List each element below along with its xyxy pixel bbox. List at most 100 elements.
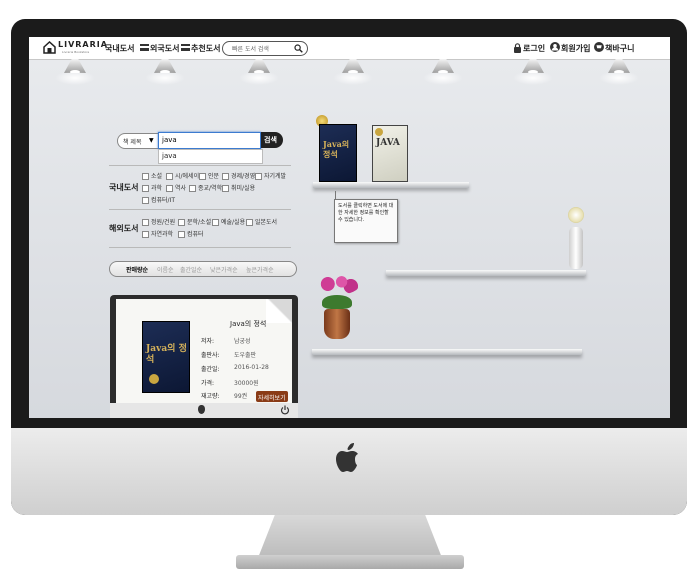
orchid-flowers — [314, 273, 360, 295]
detail-button[interactable]: 자세히보기 — [256, 391, 288, 402]
vase — [569, 227, 583, 269]
search-field-select-value: 책 제목 — [123, 139, 142, 146]
nav-recommended-books[interactable]: 추천도서 — [191, 43, 220, 54]
book-cover[interactable]: Java의 정석 — [142, 321, 190, 393]
monitor-frame: LIVRARIA Livraria Bookstore 국내도서 외국도서 추천… — [0, 0, 700, 575]
search-icon[interactable] — [294, 44, 303, 53]
shelf — [313, 182, 469, 188]
category-checkbox[interactable]: 경제/경영 — [222, 171, 255, 180]
signup-link[interactable]: 회원가입 — [561, 43, 590, 54]
category-checkbox[interactable]: 시/에세이 — [166, 171, 199, 180]
sort-by-low-price[interactable]: 낮은가격순 — [210, 265, 238, 274]
detail-button-label: 자세히보기 — [258, 395, 286, 402]
lamp-glow — [513, 71, 553, 85]
divider — [109, 247, 291, 248]
logo-subtext: Livraria Bookstore — [62, 50, 90, 54]
sort-by-name[interactable]: 이름순 — [157, 265, 174, 274]
lamp-glow — [333, 71, 373, 85]
quick-search-placeholder: 빠른 도서 검색 — [232, 46, 269, 53]
shelf-book-java-title: Java의 정석 — [323, 139, 350, 159]
category-checkbox[interactable]: 컴퓨터/IT — [142, 195, 175, 204]
menu-icon[interactable] — [181, 44, 190, 51]
category-checkbox[interactable]: 자기계발 — [255, 171, 286, 180]
lamp-glow — [239, 71, 279, 85]
house-logo-icon — [43, 41, 56, 54]
top-navbar: LIVRARIA Livraria Bookstore 국내도서 외국도서 추천… — [29, 37, 670, 60]
cart-icon — [594, 42, 604, 52]
book-card: Java의 정석 Java의 정석 저자: 남궁성 출판사: 도우출판 출간일:… — [110, 295, 298, 418]
apple-logo-icon — [336, 443, 358, 472]
tooltip-note: 도서를 클릭하면 도서에 대한 자세한 정보를 확인할 수 있습니다. — [334, 199, 398, 243]
shelf-book-java[interactable]: Java의 정석 — [319, 124, 357, 182]
orchid-plant — [314, 273, 360, 349]
stock-value: 99권 — [234, 393, 248, 400]
publisher-value: 도우출판 — [234, 352, 257, 359]
sort-by-sales[interactable]: 판매량순 — [126, 265, 148, 274]
category-checkbox[interactable]: 일본도서 — [246, 217, 277, 226]
divider — [109, 209, 291, 210]
dropdown-arrow-icon: ▼ — [149, 137, 154, 144]
apple-logo-icon — [198, 405, 205, 414]
search-input-value: java — [162, 136, 177, 144]
publisher-label: 출판사: — [201, 352, 220, 359]
category-checkbox[interactable]: 종교/역학 — [189, 183, 222, 192]
lock-icon — [514, 43, 521, 53]
card-chin — [110, 403, 298, 418]
shelf-book-java2[interactable]: JAVA — [372, 125, 408, 182]
tooltip-pointer — [335, 191, 336, 199]
foreign-books-label: 해외도서 — [109, 224, 139, 233]
monitor-stand-base — [236, 555, 464, 569]
menu-icon[interactable] — [140, 44, 149, 51]
date-label: 출간일: — [201, 366, 220, 373]
book-title: Java의 정석 — [230, 320, 267, 328]
login-link[interactable]: 로그인 — [523, 43, 545, 54]
author-value: 남궁성 — [234, 338, 251, 345]
sort-by-date[interactable]: 출간일순 — [180, 265, 202, 274]
lamp-glow — [423, 71, 463, 85]
orchid-leaves — [322, 295, 352, 309]
category-checkbox[interactable]: 인문 — [199, 171, 219, 180]
date-value: 2016-01-28 — [234, 364, 269, 371]
category-checkbox[interactable]: 취미/실용 — [222, 183, 255, 192]
logo[interactable]: LIVRARIA Livraria Bookstore — [43, 40, 109, 56]
monitor-chin — [11, 428, 687, 515]
lamp-glow — [145, 71, 185, 85]
category-checkbox[interactable]: 자연과학 — [142, 229, 173, 238]
lamp-glow — [55, 71, 95, 85]
category-checkbox[interactable]: 예술/실용 — [212, 217, 245, 226]
cart-link[interactable]: 책바구니 — [605, 43, 634, 54]
category-checkbox[interactable]: 과학 — [142, 183, 162, 192]
flower — [568, 207, 584, 223]
nav-foreign-books[interactable]: 외국도서 — [150, 43, 179, 54]
lamp-glow — [599, 71, 639, 85]
book-badge — [375, 128, 383, 136]
shelf — [312, 349, 582, 355]
quick-search-input[interactable]: 빠른 도서 검색 — [222, 41, 308, 56]
search-input[interactable]: java — [158, 132, 261, 149]
category-checkbox[interactable]: 소설 — [142, 171, 162, 180]
author-label: 저자: — [201, 338, 215, 345]
price-value: 30000원 — [234, 380, 259, 387]
search-button[interactable]: 검색 — [261, 132, 283, 148]
page-curl — [266, 299, 292, 323]
autocomplete-item[interactable]: java — [162, 152, 177, 160]
book-cover-badge — [149, 374, 159, 384]
power-icon[interactable] — [280, 405, 290, 415]
category-checkbox[interactable]: 컴퓨터 — [178, 229, 204, 238]
sort-by-high-price[interactable]: 높은가격순 — [246, 265, 274, 274]
search-field-select[interactable]: 책 제목 ▼ — [117, 133, 159, 149]
logo-text: LIVRARIA — [58, 40, 108, 49]
category-checkbox[interactable]: 정원/건원 — [142, 217, 175, 226]
screen: LIVRARIA Livraria Bookstore 국내도서 외국도서 추천… — [29, 37, 670, 418]
stock-label: 재고량: — [201, 393, 220, 400]
price-label: 가격: — [201, 380, 215, 387]
autocomplete-dropdown: java — [158, 149, 263, 164]
divider — [109, 165, 291, 166]
shelf — [386, 270, 586, 276]
search-button-label: 검색 — [264, 136, 277, 144]
category-checkbox[interactable]: 문학/소설 — [178, 217, 211, 226]
white-vase-flowers — [562, 207, 590, 271]
shelf-book-java2-title: JAVA — [376, 138, 400, 148]
nav-domestic-books[interactable]: 국내도서 — [105, 43, 134, 54]
category-checkbox[interactable]: 역사 — [166, 183, 186, 192]
